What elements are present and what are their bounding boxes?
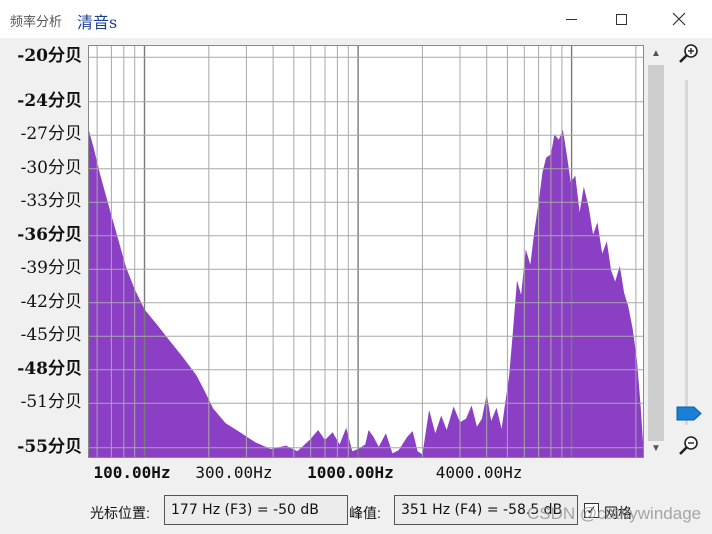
zoom-in-icon	[679, 44, 698, 63]
y-tick-label: -33分贝	[20, 191, 82, 212]
y-tick-label: -48分贝	[17, 358, 82, 379]
title-bar: 频率分析 清音s	[0, 0, 712, 38]
zoom-out-icon	[679, 436, 698, 455]
y-tick-label: -51分贝	[20, 392, 82, 413]
status-row: 光标位置: 177 Hz (F3) = -50 dB 峰值: 351 Hz (F…	[0, 490, 712, 534]
close-icon	[672, 12, 686, 26]
y-axis-labels: -20分贝 -24分贝 -27分贝 -30分贝 -33分贝 -36分贝 -39分贝 -42分贝…	[0, 38, 88, 458]
y-tick-label: -30分贝	[20, 157, 82, 178]
zoom-out-button[interactable]	[677, 434, 701, 458]
y-tick-label: -24分贝	[17, 90, 82, 111]
spectrum-plot[interactable]	[88, 45, 644, 458]
slider-handle-icon	[676, 406, 702, 421]
cursor-position-label: 光标位置:	[90, 505, 150, 521]
window-title-prefix: 频率分析	[10, 14, 63, 29]
scroll-up-arrow[interactable]: ▲	[646, 45, 666, 63]
minimize-button[interactable]	[548, 0, 594, 38]
vertical-scrollbar[interactable]: ▲ ▼	[646, 45, 666, 458]
x-tick-label: 100.00Hz	[93, 463, 171, 482]
window-title-name: 清音s	[77, 13, 118, 32]
watermark-text: CSDN @cathywindage	[527, 504, 702, 523]
scrollbar-thumb[interactable]	[648, 65, 664, 441]
y-tick-label: -45分贝	[20, 325, 82, 346]
scroll-down-arrow[interactable]: ▼	[646, 440, 666, 458]
maximize-icon	[615, 13, 627, 25]
y-tick-label: -20分贝	[17, 46, 82, 67]
peak-label: 峰值:	[349, 505, 381, 521]
y-tick-label: -36分贝	[17, 224, 82, 245]
zoom-slider-track[interactable]	[685, 80, 688, 425]
maximize-button[interactable]	[598, 0, 644, 38]
zoom-in-button[interactable]	[677, 42, 701, 66]
y-tick-label: -55分贝	[17, 436, 82, 457]
spectrum-area	[89, 129, 643, 457]
x-axis-labels: 100.00Hz 300.00Hz 1000.00Hz 4000.00Hz	[88, 458, 644, 486]
cursor-position-field: 177 Hz (F3) = -50 dB	[164, 495, 348, 525]
minimize-icon	[565, 18, 577, 20]
y-tick-label: -39分贝	[20, 258, 82, 279]
y-tick-label: -27分贝	[20, 124, 82, 145]
spectrum-chart	[89, 46, 643, 457]
x-tick-label: 300.00Hz	[195, 463, 273, 482]
x-tick-label: 1000.00Hz	[307, 463, 394, 482]
close-button[interactable]	[656, 0, 702, 38]
zoom-slider-handle[interactable]	[676, 405, 702, 422]
y-tick-label: -42分贝	[20, 291, 82, 312]
x-tick-label: 4000.00Hz	[435, 463, 523, 482]
